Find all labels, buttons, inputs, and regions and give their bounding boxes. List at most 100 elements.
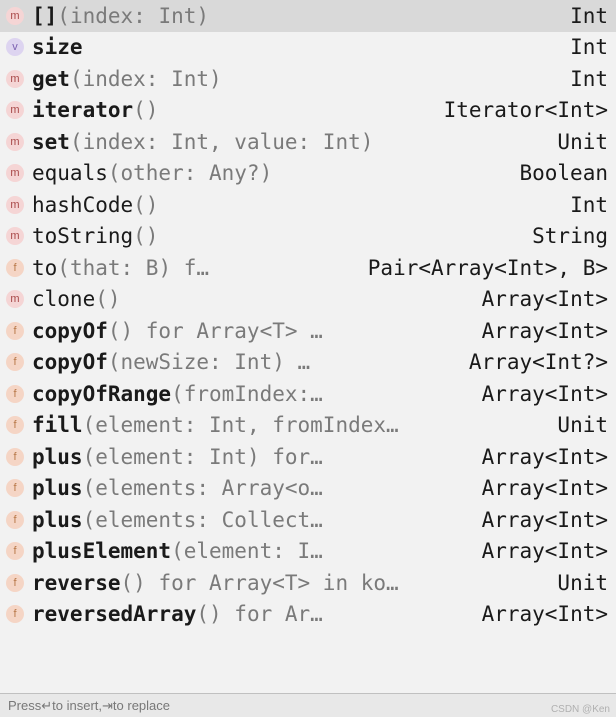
item-signature: iterator() — [32, 98, 434, 122]
completion-item[interactable]: m [](index: Int) Int — [0, 0, 616, 32]
item-signature: get(index: Int) — [32, 67, 560, 91]
item-signature: copyOfRange(fromIndex:… — [32, 382, 472, 406]
item-return-type: Int — [570, 67, 608, 91]
completion-popup[interactable]: m[](index: Int)IntvsizeIntmget(index: In… — [0, 0, 616, 693]
completion-item[interactable]: mequals(other: Any?)Boolean — [0, 158, 616, 190]
completion-item[interactable]: mset(index: Int, value: Int)Unit — [0, 126, 616, 158]
method-icon: m — [6, 227, 24, 245]
footer-to-replace: to replace — [113, 698, 170, 713]
tab-icon: ⇥ — [102, 698, 113, 714]
item-name: [] — [32, 4, 57, 28]
item-signature: copyOf() for Array<T> … — [32, 319, 472, 343]
item-signature: size — [32, 35, 560, 59]
item-return-type: Array<Int> — [482, 445, 608, 469]
item-signature: clone() — [32, 287, 472, 311]
completion-item[interactable]: f copyOfRange(fromIndex:… Array<Int> — [0, 378, 616, 410]
function-icon: f — [6, 605, 24, 623]
completion-item[interactable]: f copyOf() for Array<T> … Array<Int> — [0, 315, 616, 347]
item-params: () — [133, 224, 158, 248]
item-name: iterator — [32, 98, 133, 122]
item-params: (element: I… — [171, 539, 323, 563]
item-return-type: Array<Int> — [482, 382, 608, 406]
completion-item[interactable]: fplus(elements: Collect…Array<Int> — [0, 504, 616, 536]
item-params: (elements: Array<o… — [83, 476, 323, 500]
item-params: () for Array<T> … — [108, 319, 323, 343]
item-name: copyOfRange — [32, 382, 171, 406]
completion-item[interactable]: m hashCode() Int — [0, 189, 616, 221]
footer-to-insert: to insert, — [52, 698, 102, 713]
function-icon: f — [6, 542, 24, 560]
watermark: CSDN @Ken — [551, 704, 610, 715]
item-params: (that: B) f… — [57, 256, 209, 280]
completion-item[interactable]: fto(that: B) f…Pair<Array<Int>, B> — [0, 252, 616, 284]
item-return-type: Array<Int> — [482, 287, 608, 311]
completion-item[interactable]: mclone()Array<Int> — [0, 284, 616, 316]
method-icon: m — [6, 101, 24, 119]
item-name: equals — [32, 161, 108, 185]
item-params: (index: Int) — [57, 4, 209, 28]
item-return-type: Array<Int> — [482, 508, 608, 532]
item-signature: plus(element: Int) for… — [32, 445, 472, 469]
completion-item[interactable]: ffill(element: Int, fromIndex…Unit — [0, 410, 616, 442]
item-params: (fromIndex:… — [171, 382, 323, 406]
completion-item[interactable]: vsize Int — [0, 32, 616, 64]
completion-item[interactable]: fplusElement(element: I…Array<Int> — [0, 536, 616, 568]
item-return-type: String — [532, 224, 608, 248]
item-return-type: Int — [570, 35, 608, 59]
item-return-type: Int — [570, 4, 608, 28]
item-params: (index: Int) — [70, 67, 222, 91]
item-return-type: Boolean — [519, 161, 608, 185]
completion-item[interactable]: f reversedArray() for Ar… Array<Int> — [0, 599, 616, 631]
item-return-type: Array<Int> — [482, 476, 608, 500]
item-signature: copyOf(newSize: Int) … — [32, 350, 459, 374]
item-signature: fill(element: Int, fromIndex… — [32, 413, 547, 437]
item-return-type: Unit — [557, 130, 608, 154]
item-name: plusElement — [32, 539, 171, 563]
function-icon: f — [6, 353, 24, 371]
item-params: () for Ar… — [196, 602, 322, 626]
item-name: reversedArray — [32, 602, 196, 626]
completion-item[interactable]: f copyOf(newSize: Int) … Array<Int?> — [0, 347, 616, 379]
item-name: set — [32, 130, 70, 154]
item-return-type: Int — [570, 193, 608, 217]
method-icon: m — [6, 196, 24, 214]
item-signature: reverse() for Array<T> in ko… — [32, 571, 547, 595]
completion-item[interactable]: fplus(elements: Array<o…Array<Int> — [0, 473, 616, 505]
item-params: (index: Int, value: Int) — [70, 130, 373, 154]
completion-item[interactable]: freverse() for Array<T> in ko…Unit — [0, 567, 616, 599]
function-icon: f — [6, 574, 24, 592]
item-return-type: Array<Int> — [482, 602, 608, 626]
item-name: to — [32, 256, 57, 280]
method-icon: m — [6, 133, 24, 151]
item-return-type: Array<Int> — [482, 319, 608, 343]
completion-item[interactable]: m toString() String — [0, 221, 616, 253]
item-signature: toString() — [32, 224, 522, 248]
item-params: (other: Any?) — [108, 161, 272, 185]
function-icon: f — [6, 385, 24, 403]
method-icon: m — [6, 7, 24, 25]
method-icon: m — [6, 70, 24, 88]
item-signature: plusElement(element: I… — [32, 539, 472, 563]
variable-icon: v — [6, 38, 24, 56]
item-name: plus — [32, 508, 83, 532]
enter-icon: ↵ — [41, 698, 52, 714]
completion-item[interactable]: mget(index: Int)Int — [0, 63, 616, 95]
item-name: plus — [32, 445, 83, 469]
item-name: hashCode — [32, 193, 133, 217]
item-signature: hashCode() — [32, 193, 560, 217]
item-signature: to(that: B) f… — [32, 256, 358, 280]
function-icon: f — [6, 322, 24, 340]
item-params: () for Array<T> in ko… — [121, 571, 399, 595]
function-icon: f — [6, 259, 24, 277]
item-signature: set(index: Int, value: Int) — [32, 130, 547, 154]
item-name: fill — [32, 413, 83, 437]
completion-item[interactable]: fplus(element: Int) for…Array<Int> — [0, 441, 616, 473]
item-signature: plus(elements: Array<o… — [32, 476, 472, 500]
item-return-type: Pair<Array<Int>, B> — [368, 256, 608, 280]
item-return-type: Iterator<Int> — [444, 98, 608, 122]
item-name: get — [32, 67, 70, 91]
item-name: toString — [32, 224, 133, 248]
item-return-type: Array<Int?> — [469, 350, 608, 374]
completion-item[interactable]: m iterator() Iterator<Int> — [0, 95, 616, 127]
item-name: copyOf — [32, 350, 108, 374]
